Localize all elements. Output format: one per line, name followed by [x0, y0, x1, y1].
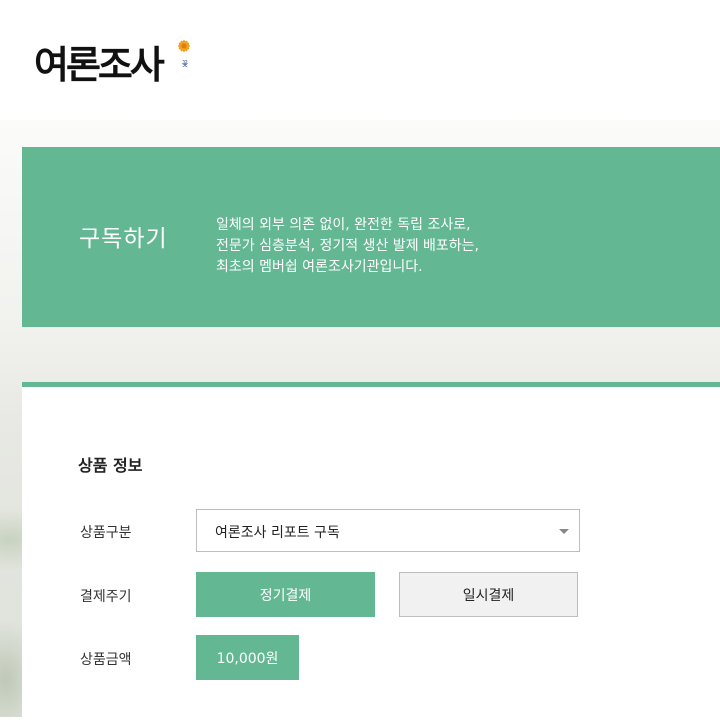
product-type-value: 여론조사 리포트 구독	[215, 525, 340, 541]
caret-down-icon	[559, 529, 569, 534]
product-type-select[interactable]: 여론조사 리포트 구독	[196, 509, 580, 552]
payment-cycle-label: 결제주기	[80, 589, 132, 605]
description-line: 최초의 멤버쉽 여론조사기관입니다.	[216, 259, 423, 275]
price-value: 10,000원	[196, 635, 299, 680]
site-logo[interactable]: 여론조사 꽃	[34, 20, 204, 87]
banner-description: 일체의 외부 의존 없이, 완전한 독립 조사로, 전문가 심층분석, 정기적 …	[216, 215, 479, 278]
page-title: 구독하기	[79, 226, 168, 252]
product-type-label: 상품구분	[80, 525, 132, 541]
price-label: 상품금액	[80, 652, 132, 668]
description-line: 전문가 심층분석, 정기적 생산 발제 배포하는,	[216, 238, 479, 254]
logo-wordmark: 여론조사	[34, 43, 165, 87]
recurring-payment-button[interactable]: 정기결제	[196, 572, 375, 617]
logo-subtext: 꽃	[181, 60, 189, 67]
flower-icon	[178, 40, 190, 52]
description-line: 일체의 외부 의존 없이, 완전한 독립 조사로,	[216, 217, 471, 233]
one-time-payment-button[interactable]: 일시결제	[399, 572, 578, 617]
subscribe-banner: 구독하기 일체의 외부 의존 없이, 완전한 독립 조사로, 전문가 심층분석,…	[22, 147, 720, 327]
product-info-panel: 상품 정보 상품구분 여론조사 리포트 구독 결제주기 정기결제 일시결제 상품…	[22, 382, 720, 722]
section-title: 상품 정보	[78, 456, 143, 475]
